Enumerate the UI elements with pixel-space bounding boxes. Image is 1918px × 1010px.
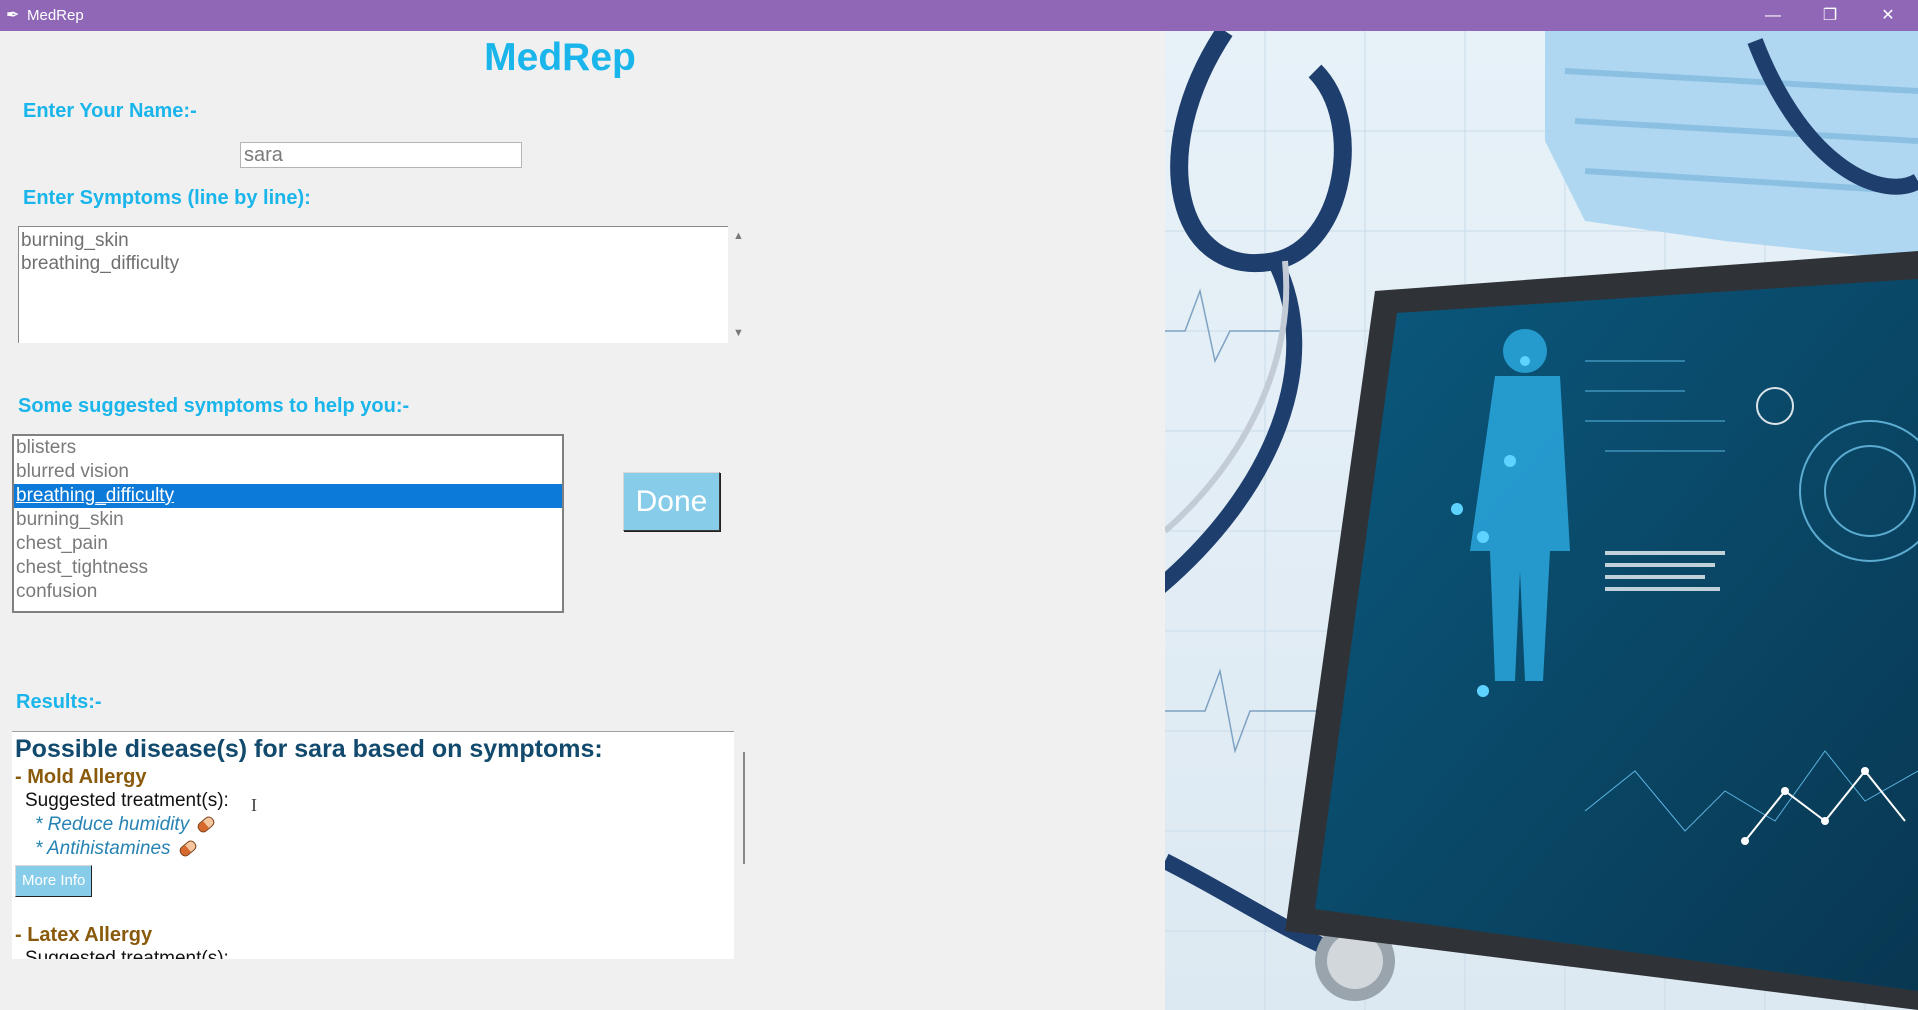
name-label: Enter Your Name:- [23,100,197,122]
suggested-treatments-label: Suggested treatment(s): [25,790,229,811]
results-title: Possible disease(s) for sara based on sy… [15,735,603,763]
symptom-line: breathing_difficulty [21,253,180,274]
app-heading: MedRep [484,36,636,79]
suggested-label: Some suggested symptoms to help you:- [18,395,410,417]
pill-icon [195,814,217,835]
results-scrollbar[interactable] [743,752,745,864]
disease-name: - Mold Allergy [15,766,147,788]
results-label: Results:- [16,691,102,713]
scroll-up-icon[interactable]: ▲ [733,230,744,242]
restore-icon[interactable]: ❐ [1802,0,1858,31]
symptoms-label: Enter Symptoms (line by line): [23,187,311,209]
medical-illustration [1165,31,1918,1010]
done-button[interactable]: Done [623,472,720,531]
list-item[interactable]: confusion [14,580,562,604]
list-item[interactable]: blurred vision [14,460,562,484]
treatment-text: * Antihistamines [35,838,171,859]
symptoms-textarea[interactable]: burning_skin breathing_difficulty [18,226,728,343]
suggested-treatments-label: Suggested treatment(s): [25,948,229,959]
title-bar: ✒ MedRep — ❐ ✕ [0,0,1918,31]
pill-icon [177,838,198,859]
disease-name: - Latex Allergy [15,924,153,946]
list-item[interactable]: blisters [14,436,562,460]
symptom-line: burning_skin [21,230,129,251]
name-input[interactable] [240,142,522,168]
close-icon[interactable]: ✕ [1860,0,1916,31]
list-item[interactable]: chest_pain [14,532,562,556]
treatment-item: * Reduce humidity [15,813,731,837]
minimize-icon[interactable]: — [1745,0,1801,31]
treatment-text: * Reduce humidity [35,814,190,835]
feather-icon: ✒ [6,7,20,24]
treatment-item: * Antihistamines [15,837,731,861]
scroll-down-icon[interactable]: ▼ [733,327,744,339]
suggested-symptoms-list[interactable]: blisters blurred vision breathing_diffic… [12,434,564,613]
list-item-selected[interactable]: breathing_difficulty [14,484,562,508]
results-text[interactable]: Possible disease(s) for sara based on sy… [12,731,734,959]
more-info-button[interactable]: More Info [15,865,93,897]
list-item[interactable]: burning_skin [14,508,562,532]
list-item[interactable]: chest_tightness [14,556,562,580]
window-title: MedRep [27,7,84,24]
text-cursor-icon: I [251,795,257,815]
